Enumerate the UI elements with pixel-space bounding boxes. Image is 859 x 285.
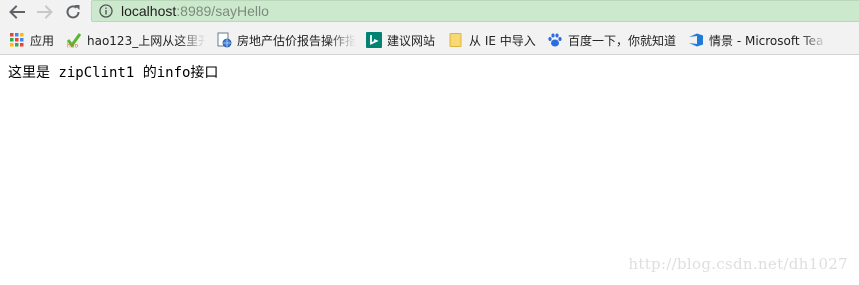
bookmark-label: 从 IE 中导入 <box>469 33 536 48</box>
watermark-text: http://blog.csdn.net/dh1027 <box>628 255 848 273</box>
bookmark-baidu[interactable]: 百度一下，你就知道 <box>547 30 676 50</box>
browser-chrome: localhost:8989/sayHello 应用 hao hao123_上网… <box>0 0 859 55</box>
bookmark-label: 百度一下，你就知道 <box>568 33 677 48</box>
bookmark-hao123[interactable]: hao hao123_上网从这里开 <box>66 30 206 50</box>
bookmark-label: 情景 - Microsoft Tea <box>709 33 824 48</box>
back-button[interactable] <box>6 1 28 23</box>
bookmark-real-estate[interactable]: 房地产估价报告操作指 <box>216 30 356 50</box>
url-path: :8989/sayHello <box>176 3 269 19</box>
reload-button[interactable] <box>62 1 84 23</box>
bookmark-ie-import[interactable]: 从 IE 中导入 <box>448 30 536 50</box>
bookmark-apps[interactable]: 应用 <box>9 30 54 50</box>
address-bar[interactable]: localhost:8989/sayHello <box>91 0 859 22</box>
reload-icon <box>66 5 80 19</box>
bookmark-label: hao123_上网从这里开 <box>87 33 206 48</box>
page-globe-icon <box>216 32 232 48</box>
folder-icon <box>448 32 464 48</box>
hao123-icon: hao <box>66 32 82 48</box>
bookmark-suggested-sites[interactable]: 建议网站 <box>366 30 435 50</box>
arrow-right-icon <box>37 5 53 19</box>
baidu-paw-icon <box>547 32 563 48</box>
azure-devops-icon <box>688 32 704 48</box>
bookmark-label: 房地产估价报告操作指 <box>237 33 356 48</box>
apps-grid-icon <box>9 32 25 48</box>
svg-text:hao: hao <box>67 43 78 49</box>
forward-button[interactable] <box>34 1 56 23</box>
page-message: 这里是 zipClint1 的info接口 <box>8 65 219 81</box>
bookmarks-bar: 应用 hao hao123_上网从这里开 房地产估价报告操作指 建议网站 从 I… <box>0 27 859 53</box>
url-host: localhost <box>121 3 177 19</box>
bing-icon <box>366 32 382 48</box>
arrow-left-icon <box>9 5 25 19</box>
bookmark-microsoft-team[interactable]: 情景 - Microsoft Tea <box>688 30 828 50</box>
url-text[interactable]: localhost:8989/sayHello <box>121 3 269 19</box>
bookmark-label: 建议网站 <box>387 33 436 48</box>
bookmark-label: 应用 <box>30 33 55 48</box>
browser-toolbar: localhost:8989/sayHello <box>0 0 859 24</box>
info-circle-icon[interactable] <box>99 4 113 18</box>
